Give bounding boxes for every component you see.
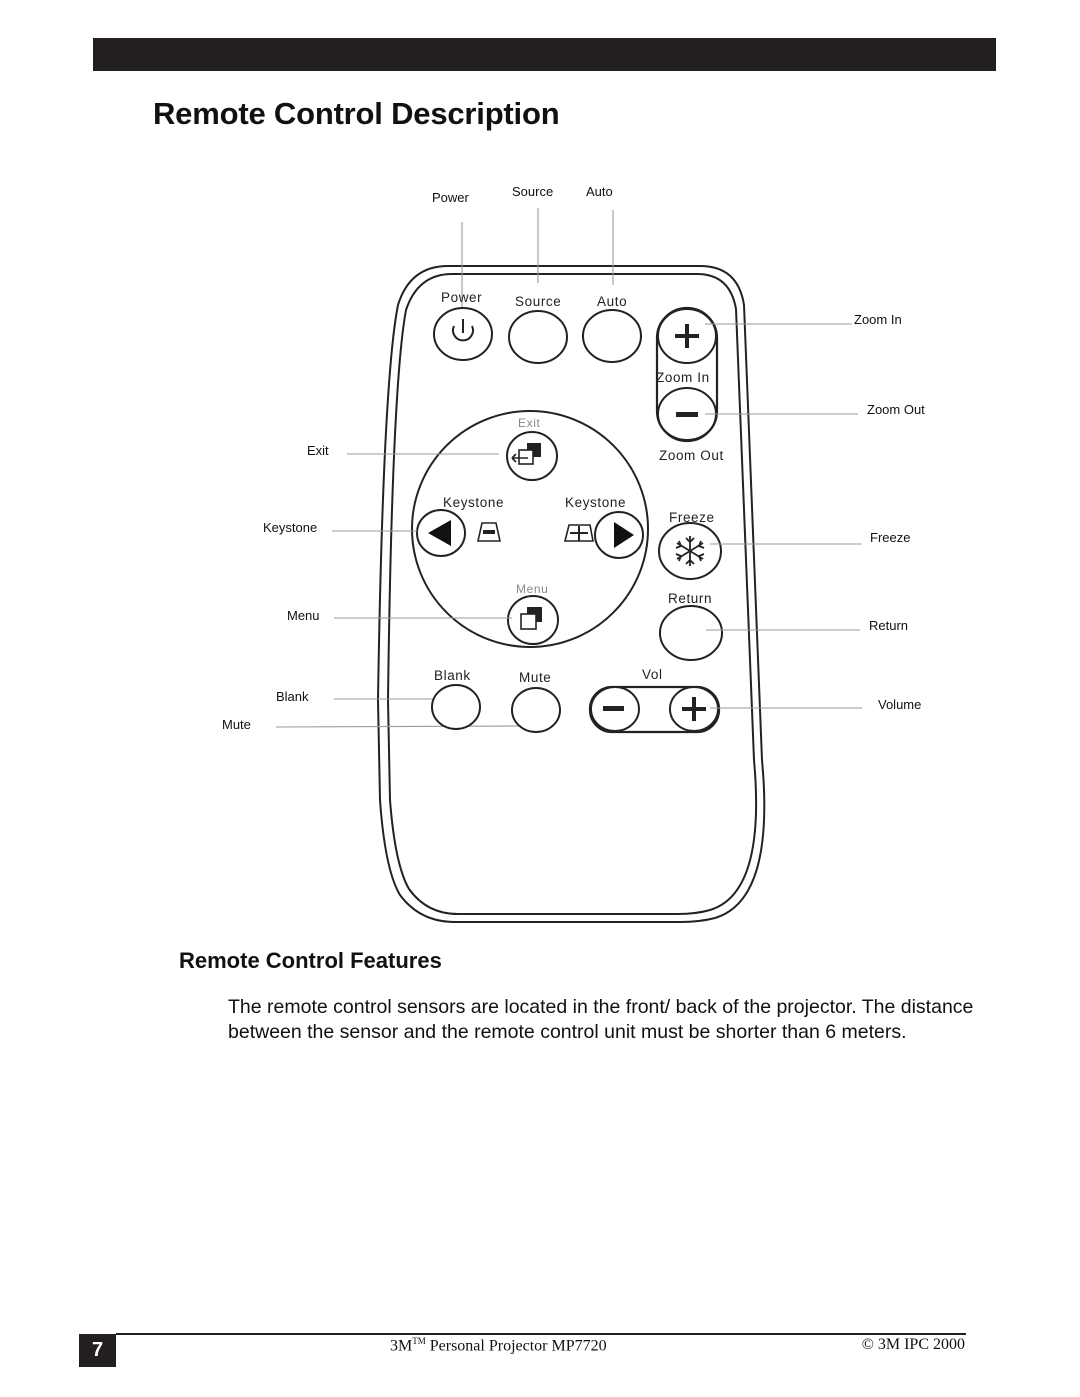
svg-text:Keystone: Keystone	[443, 495, 504, 510]
svg-text:Return: Return	[668, 591, 712, 606]
footer-copyright: © 3M IPC 2000	[861, 1336, 965, 1353]
svg-text:Keystone: Keystone	[263, 520, 317, 535]
svg-text:Return: Return	[869, 618, 908, 633]
page-number: 7	[79, 1334, 116, 1367]
svg-text:Menu: Menu	[516, 582, 548, 596]
keystone-right-button[interactable]: Keystone	[563, 495, 644, 559]
svg-text:Zoom In: Zoom In	[656, 370, 710, 385]
callout-freeze: Freeze	[710, 530, 910, 545]
keystone-minus-icon	[477, 522, 501, 542]
svg-text:Zoom Out: Zoom Out	[659, 448, 724, 463]
mute-button[interactable]: Mute	[511, 670, 561, 733]
svg-text:Source: Source	[512, 184, 553, 199]
keystone-plus-icon	[563, 524, 594, 542]
svg-text:Zoom In: Zoom In	[854, 312, 902, 327]
svg-text:Menu: Menu	[287, 608, 320, 623]
volume-up-button[interactable]	[669, 686, 719, 732]
callout-return: Return	[706, 618, 908, 633]
minus-icon	[603, 706, 624, 711]
exit-button[interactable]: Exit	[506, 416, 558, 481]
trademark-symbol: TM	[412, 1336, 426, 1346]
svg-text:Power: Power	[432, 190, 470, 205]
callout-menu: Menu	[287, 608, 512, 623]
features-paragraph: The remote control sensors are located i…	[228, 996, 974, 1043]
callout-blank: Blank	[276, 689, 447, 704]
svg-text:Blank: Blank	[434, 668, 471, 683]
blank-button[interactable]: Blank	[431, 668, 481, 730]
svg-text:Auto: Auto	[586, 184, 613, 199]
callout-volume: Volume	[710, 697, 921, 712]
auto-button[interactable]: Auto	[582, 294, 642, 363]
svg-text:Mute: Mute	[519, 670, 551, 685]
callout-mute: Mute	[222, 717, 526, 732]
volume-down-button[interactable]	[590, 686, 640, 732]
callout-zoom-in: Zoom In	[705, 312, 902, 327]
svg-text:Volume: Volume	[878, 697, 921, 712]
footer-product-name: Personal Projector MP7720	[425, 1337, 607, 1355]
zoom-in-button[interactable]: Zoom In	[656, 308, 717, 385]
svg-text:Keystone: Keystone	[565, 495, 626, 510]
svg-text:Exit: Exit	[518, 416, 540, 430]
callout-zoom-out: Zoom Out	[705, 402, 925, 417]
footer-rule	[116, 1333, 966, 1335]
footer-product: 3MTM Personal Projector MP7720	[390, 1336, 607, 1355]
svg-text:Auto: Auto	[597, 294, 627, 309]
remote-control-diagram: Power Source Auto Power Source Auto Zoom…	[222, 184, 925, 923]
callout-keystone: Keystone	[263, 520, 417, 535]
svg-text:Power: Power	[441, 290, 482, 305]
svg-text:Mute: Mute	[222, 717, 251, 732]
callout-auto: Auto	[586, 184, 614, 285]
svg-text:Zoom Out: Zoom Out	[867, 402, 925, 417]
svg-text:Blank: Blank	[276, 689, 309, 704]
return-button[interactable]: Return	[659, 591, 723, 661]
features-heading: Remote Control Features	[179, 948, 442, 973]
minus-icon	[676, 412, 698, 417]
callout-exit: Exit	[307, 443, 499, 458]
svg-text:Source: Source	[515, 294, 561, 309]
source-button[interactable]: Source	[508, 294, 568, 364]
power-button[interactable]: Power	[433, 290, 493, 361]
svg-text:Exit: Exit	[307, 443, 329, 458]
svg-text:Vol: Vol	[642, 667, 663, 682]
svg-text:Freeze: Freeze	[870, 530, 910, 545]
menu-button[interactable]: Menu	[507, 582, 559, 645]
zoom-out-button[interactable]: Zoom Out	[657, 387, 724, 463]
keystone-left-button[interactable]: Keystone	[416, 495, 504, 557]
footer-brand: 3M	[390, 1337, 413, 1355]
callout-source: Source	[512, 184, 553, 283]
